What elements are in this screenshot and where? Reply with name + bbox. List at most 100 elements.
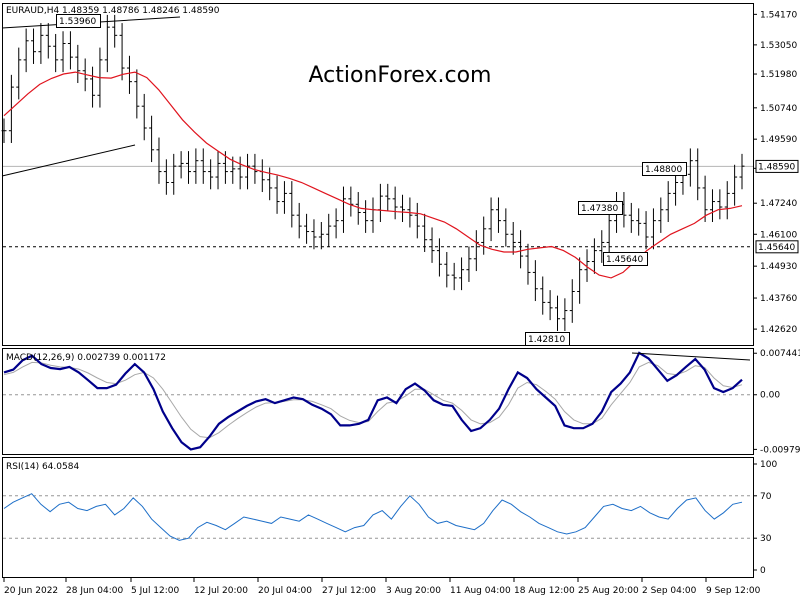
rsi-panel-title: RSI(14) 64.0584 <box>6 462 79 472</box>
price-bar <box>636 208 642 236</box>
price-bar <box>555 295 560 332</box>
y-tick-label: 30 <box>760 534 772 544</box>
x-tick-label: 12 Jul 20:00 <box>194 586 248 596</box>
svg-text:1.47380: 1.47380 <box>581 204 618 214</box>
price-bar <box>296 202 302 239</box>
moving-average-line <box>3 71 743 279</box>
price-panel-frame <box>2 3 754 346</box>
price-bar <box>732 164 738 206</box>
y-tick-label: 1.46100 <box>760 230 797 240</box>
y-tick-label: 1.50740 <box>760 104 797 114</box>
price-annotation: 1.42810 <box>525 332 570 346</box>
x-tick-label: 11 Aug 04:00 <box>450 586 511 596</box>
svg-text:1.42810: 1.42810 <box>528 335 565 345</box>
price-bar <box>377 183 383 223</box>
price-bar <box>724 181 730 220</box>
rsi-line <box>3 493 743 541</box>
price-bar <box>23 28 29 73</box>
y-tick-label: 1.47240 <box>760 199 797 209</box>
price-panel: ActionForex.com 1.54170 1.53050 1.51980 1.5… <box>1 3 799 346</box>
price-bar <box>363 200 369 233</box>
price-annotation: 1.47380 <box>578 201 623 215</box>
price-bar <box>540 276 546 315</box>
price-bar <box>318 222 324 250</box>
price-bar <box>53 33 59 73</box>
price-bar <box>473 230 479 272</box>
watermark: ActionForex.com <box>309 63 492 88</box>
rsi-panel: 100 70 30 0 RSI(14) 64.0584 <box>2 457 777 578</box>
chart-area: ActionForex.com 1.54170 1.53050 1.51980 1.5… <box>1 3 800 596</box>
price-bar <box>658 197 664 233</box>
price-bar <box>488 197 494 242</box>
price-bar <box>591 238 597 274</box>
y-tick-label: 70 <box>760 492 772 502</box>
x-tick-label: 27 Jul 12:00 <box>322 586 376 596</box>
svg-text:1.53960: 1.53960 <box>59 17 96 27</box>
price-bar <box>628 202 634 233</box>
price-bar <box>16 47 22 100</box>
price-bar <box>466 246 472 282</box>
x-tick-label: 20 Jun 2022 <box>4 586 58 596</box>
price-bar <box>141 93 147 141</box>
price-bar <box>171 153 177 195</box>
price-bar <box>392 186 398 220</box>
price-bar <box>237 156 243 190</box>
price-bar <box>75 44 81 84</box>
price-bar <box>340 186 346 233</box>
price-bar <box>562 298 568 332</box>
price-bar <box>547 290 553 321</box>
price-bar <box>45 23 51 59</box>
price-bar <box>510 222 516 255</box>
price-annotation: 1.45640 <box>603 252 648 266</box>
price-bar <box>687 148 693 187</box>
macd-y-axis: 0.007441 0.00 -0.009794 <box>753 349 800 455</box>
price-bar <box>208 159 214 190</box>
price-bar <box>186 151 191 184</box>
y-tick-label: 1.44930 <box>760 262 797 272</box>
price-bar <box>274 175 280 214</box>
macd-panel: 0.007441 0.00 -0.009794 MACD(12,26,9) 0.00… <box>2 348 800 455</box>
price-bar <box>259 159 265 193</box>
price-bar <box>385 183 391 212</box>
y-tick-label: 0.007441 <box>760 349 800 359</box>
price-bar <box>119 23 125 81</box>
price-panel-title: EURAUD,H4 1.48359 1.48786 1.48246 1.4859… <box>6 6 220 16</box>
price-bar <box>304 213 310 244</box>
price-bar <box>326 213 332 247</box>
price-bar <box>149 115 155 163</box>
rsi-y-axis: 100 70 30 0 <box>753 460 777 576</box>
current-price-tag-label: 1.48590 <box>758 162 795 172</box>
x-tick-label: 9 Sep 12:00 <box>706 586 761 596</box>
price-bar <box>459 257 465 291</box>
y-tick-label: 0 <box>760 566 766 576</box>
price-bar <box>709 189 715 223</box>
price-bar <box>31 28 37 64</box>
price-bar <box>518 230 524 269</box>
price-bar <box>370 197 376 233</box>
price-bar <box>400 194 406 223</box>
y-tick-label: 1.42620 <box>760 325 797 335</box>
x-tick-label: 5 Jul 12:00 <box>131 586 180 596</box>
x-tick-label: 2 Sep 04:00 <box>642 586 697 596</box>
price-bar <box>643 211 649 250</box>
price-bar <box>178 151 184 179</box>
price-annotation: 1.48800 <box>642 162 687 176</box>
price-bar <box>215 151 221 190</box>
price-bar <box>569 279 575 323</box>
price-bar <box>444 251 450 288</box>
price-bar <box>422 213 428 252</box>
y-tick-label: 1.51980 <box>760 70 797 80</box>
price-bar <box>134 69 140 119</box>
price-bar <box>606 208 612 255</box>
price-bar <box>650 208 656 250</box>
price-bar <box>289 181 295 228</box>
price-bar <box>348 186 354 217</box>
price-bar <box>67 31 73 70</box>
macd-panel-title: MACD(12,26,9) 0.002739 0.001172 <box>6 353 166 363</box>
y-tick-label: 0.00 <box>760 391 780 401</box>
price-annotation: 1.53960 <box>56 14 101 28</box>
support-price-tag-label: 1.45640 <box>758 243 795 253</box>
x-axis: 20 Jun 2022 28 Jun 04:00 5 Jul 12:00 12 Jul… <box>3 578 761 596</box>
price-bar <box>495 197 501 233</box>
price-bar <box>577 257 583 304</box>
